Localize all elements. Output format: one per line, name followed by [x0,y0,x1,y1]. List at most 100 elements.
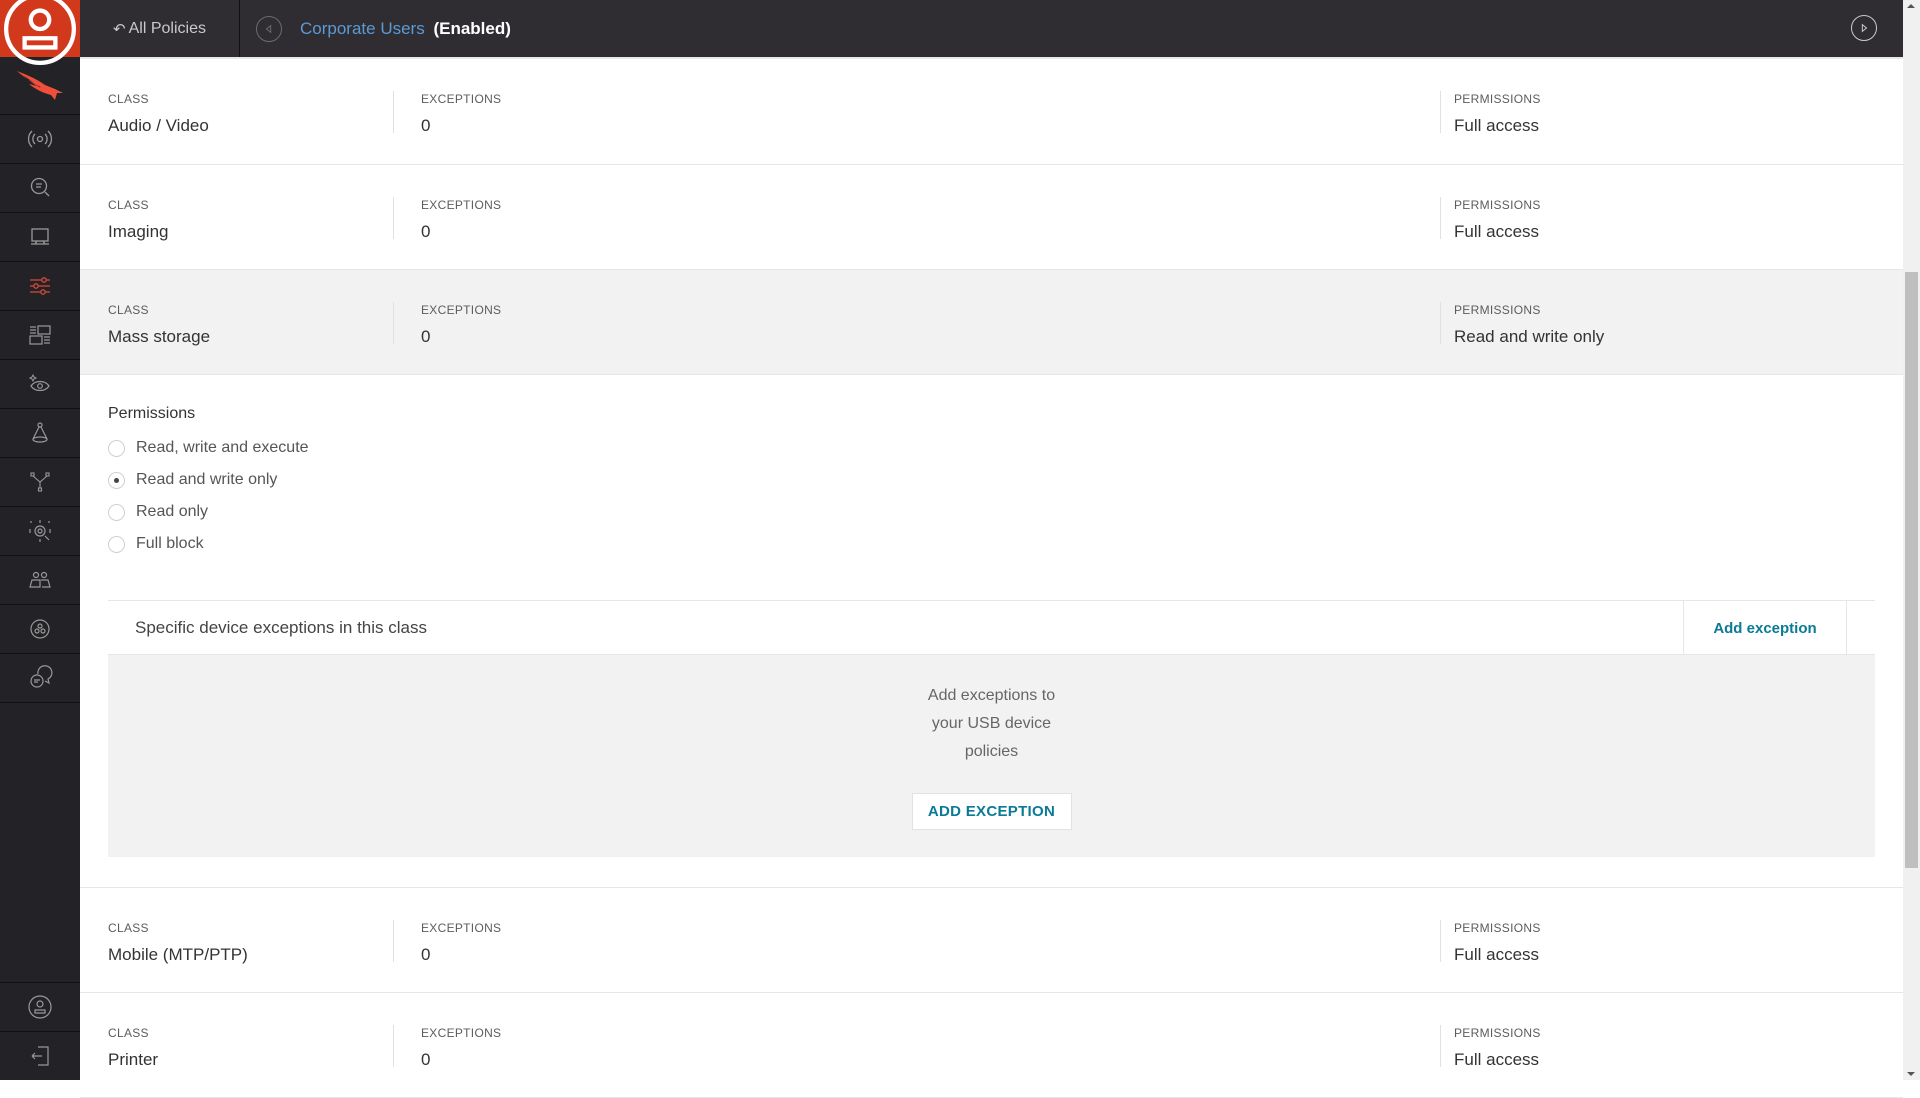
permissions-value: Read and write only [1454,327,1605,346]
policy-state: (Enabled) [433,18,511,38]
radio-label: Full block [136,535,204,552]
exceptions-value: 0 [421,116,431,135]
exceptions-label: EXCEPTIONS [421,92,502,106]
permissions-label: PERMISSIONS [1454,1026,1541,1040]
permissions-value: Full access [1454,945,1540,964]
mass-storage-details: Permissions Read, write and execute Read… [80,375,1903,888]
radio-read-write-execute[interactable]: Read, write and execute [108,432,309,464]
sidebar-item-users[interactable] [0,556,80,605]
permissions-radio-group: Read, write and execute Read and write o… [108,432,309,560]
device-exceptions-panel: Specific device exceptions in this class… [108,600,1875,857]
sidebar-item-activity[interactable] [0,115,80,164]
sidebar-item-hosts[interactable] [0,213,80,262]
sidebar-item-configuration[interactable] [0,262,80,311]
device-exceptions-empty-state: Add exceptions to your USB device polici… [108,655,1875,857]
permissions-label: PERMISSIONS [1454,921,1541,935]
class-value: Mass storage [108,327,211,346]
previous-policy-button[interactable] [256,15,282,42]
radio-read-write-only[interactable]: Read and write only [108,464,309,496]
back-arrow-icon: ↶ [113,20,126,38]
activity-broadcast-icon [27,130,53,148]
radio-circle[interactable] [108,439,125,457]
class-value: Mobile (MTP/PTP) [108,945,248,964]
support-chat-icon [30,665,53,688]
scroll-up-arrow-icon[interactable] [1907,4,1915,8]
permissions-value: Full access [1454,116,1540,135]
logout-icon [31,1046,49,1066]
scrollbar-thumb[interactable] [1905,272,1918,868]
exceptions-label: EXCEPTIONS [421,1026,502,1040]
class-value: Audio / Video [108,116,209,135]
class-label: CLASS [108,921,149,935]
sidebar-item-logout[interactable] [0,1031,80,1080]
device-class-list: CLASS Audio / Video EXCEPTIONS 0 PERMISSIO… [80,57,1903,1098]
exceptions-value: 0 [421,945,431,964]
divider [1440,91,1441,133]
policy-title: Corporate Users (Enabled) [300,19,511,39]
sidebar-item-profile[interactable] [0,0,80,65]
device-exceptions-title: Specific device exceptions in this class [135,618,427,637]
sidebar-item-support[interactable] [0,654,80,703]
radio-circle[interactable] [108,471,125,489]
integrations-swirl-icon [30,619,50,639]
permissions-title: Permissions [108,405,196,422]
policy-name[interactable]: Corporate Users [300,19,425,38]
exceptions-label: EXCEPTIONS [421,303,502,317]
sidebar-item-intelligence[interactable] [0,507,80,556]
radio-label: Read only [136,503,209,520]
divider [1440,197,1441,239]
class-row-printer[interactable]: CLASS Printer EXCEPTIONS 0 PERMISSIONS Full… [80,993,1903,1098]
sidebar-item-account[interactable] [0,982,80,1031]
falcon-logo-icon [17,70,63,100]
all-policies-link[interactable]: ↶ All Policies [80,0,240,57]
configuration-sliders-icon [30,277,50,295]
vertical-scrollbar[interactable] [1903,0,1920,1080]
divider [393,1025,394,1067]
class-row-mobile[interactable]: CLASS Mobile (MTP/PTP) EXCEPTIONS 0 PERMIS… [80,888,1903,993]
exceptions-value: 0 [421,222,431,241]
exceptions-label: EXCEPTIONS [421,198,502,212]
class-row-imaging[interactable]: CLASS Imaging EXCEPTIONS 0 PERMISSIONS Full… [80,165,1903,270]
empty-state-message: Add exceptions to your USB device polici… [927,687,1056,760]
class-label: CLASS [108,1026,149,1040]
sidebar-item-integrations[interactable] [0,605,80,654]
next-policy-button[interactable] [1851,15,1877,41]
dashboards-layout-icon [29,325,51,345]
class-row-audio-video[interactable]: CLASS Audio / Video EXCEPTIONS 0 PERMISSIO… [80,57,1903,165]
radio-label: Read, write and execute [136,439,309,456]
spotlight-cone-icon [32,422,48,443]
add-exception-button[interactable]: ADD EXCEPTION [911,793,1072,830]
scroll-down-arrow-icon[interactable] [1907,1072,1915,1076]
device-exceptions-header: Specific device exceptions in this class… [108,601,1875,655]
permissions-value: Full access [1454,1050,1540,1069]
class-row-mass-storage[interactable]: CLASS Mass storage EXCEPTIONS 0 PERMISSION… [80,270,1903,375]
sidebar-item-discover[interactable] [0,360,80,409]
class-label: CLASS [108,92,149,106]
class-label: CLASS [108,198,149,212]
radio-circle[interactable] [108,503,125,521]
class-label: CLASS [108,303,149,317]
divider [1440,920,1441,962]
permissions-value: Full access [1454,222,1540,241]
radio-full-block[interactable]: Full block [108,528,309,560]
radio-selected-dot [114,477,119,483]
users-group-icon [29,571,51,588]
radio-circle[interactable] [108,535,125,553]
divider [393,302,394,344]
divider [393,197,394,239]
sidebar-item-investigate[interactable] [0,164,80,213]
intelligence-target-icon [29,520,51,542]
radio-read-only[interactable]: Read only [108,496,309,528]
all-policies-label: All Policies [128,19,206,37]
class-value: Printer [108,1050,159,1069]
divider [1440,302,1441,344]
sidebar-item-connections[interactable] [0,458,80,507]
class-value: Imaging [108,222,169,241]
sidebar-item-dashboards[interactable] [0,311,80,360]
add-exception-link[interactable]: Add exception [1683,601,1847,655]
sidebar-item-spotlight[interactable] [0,409,80,458]
discover-eye-icon [28,373,50,392]
permissions-label: PERMISSIONS [1454,92,1541,106]
hosts-monitor-icon [31,228,49,245]
connections-network-icon [30,472,50,492]
